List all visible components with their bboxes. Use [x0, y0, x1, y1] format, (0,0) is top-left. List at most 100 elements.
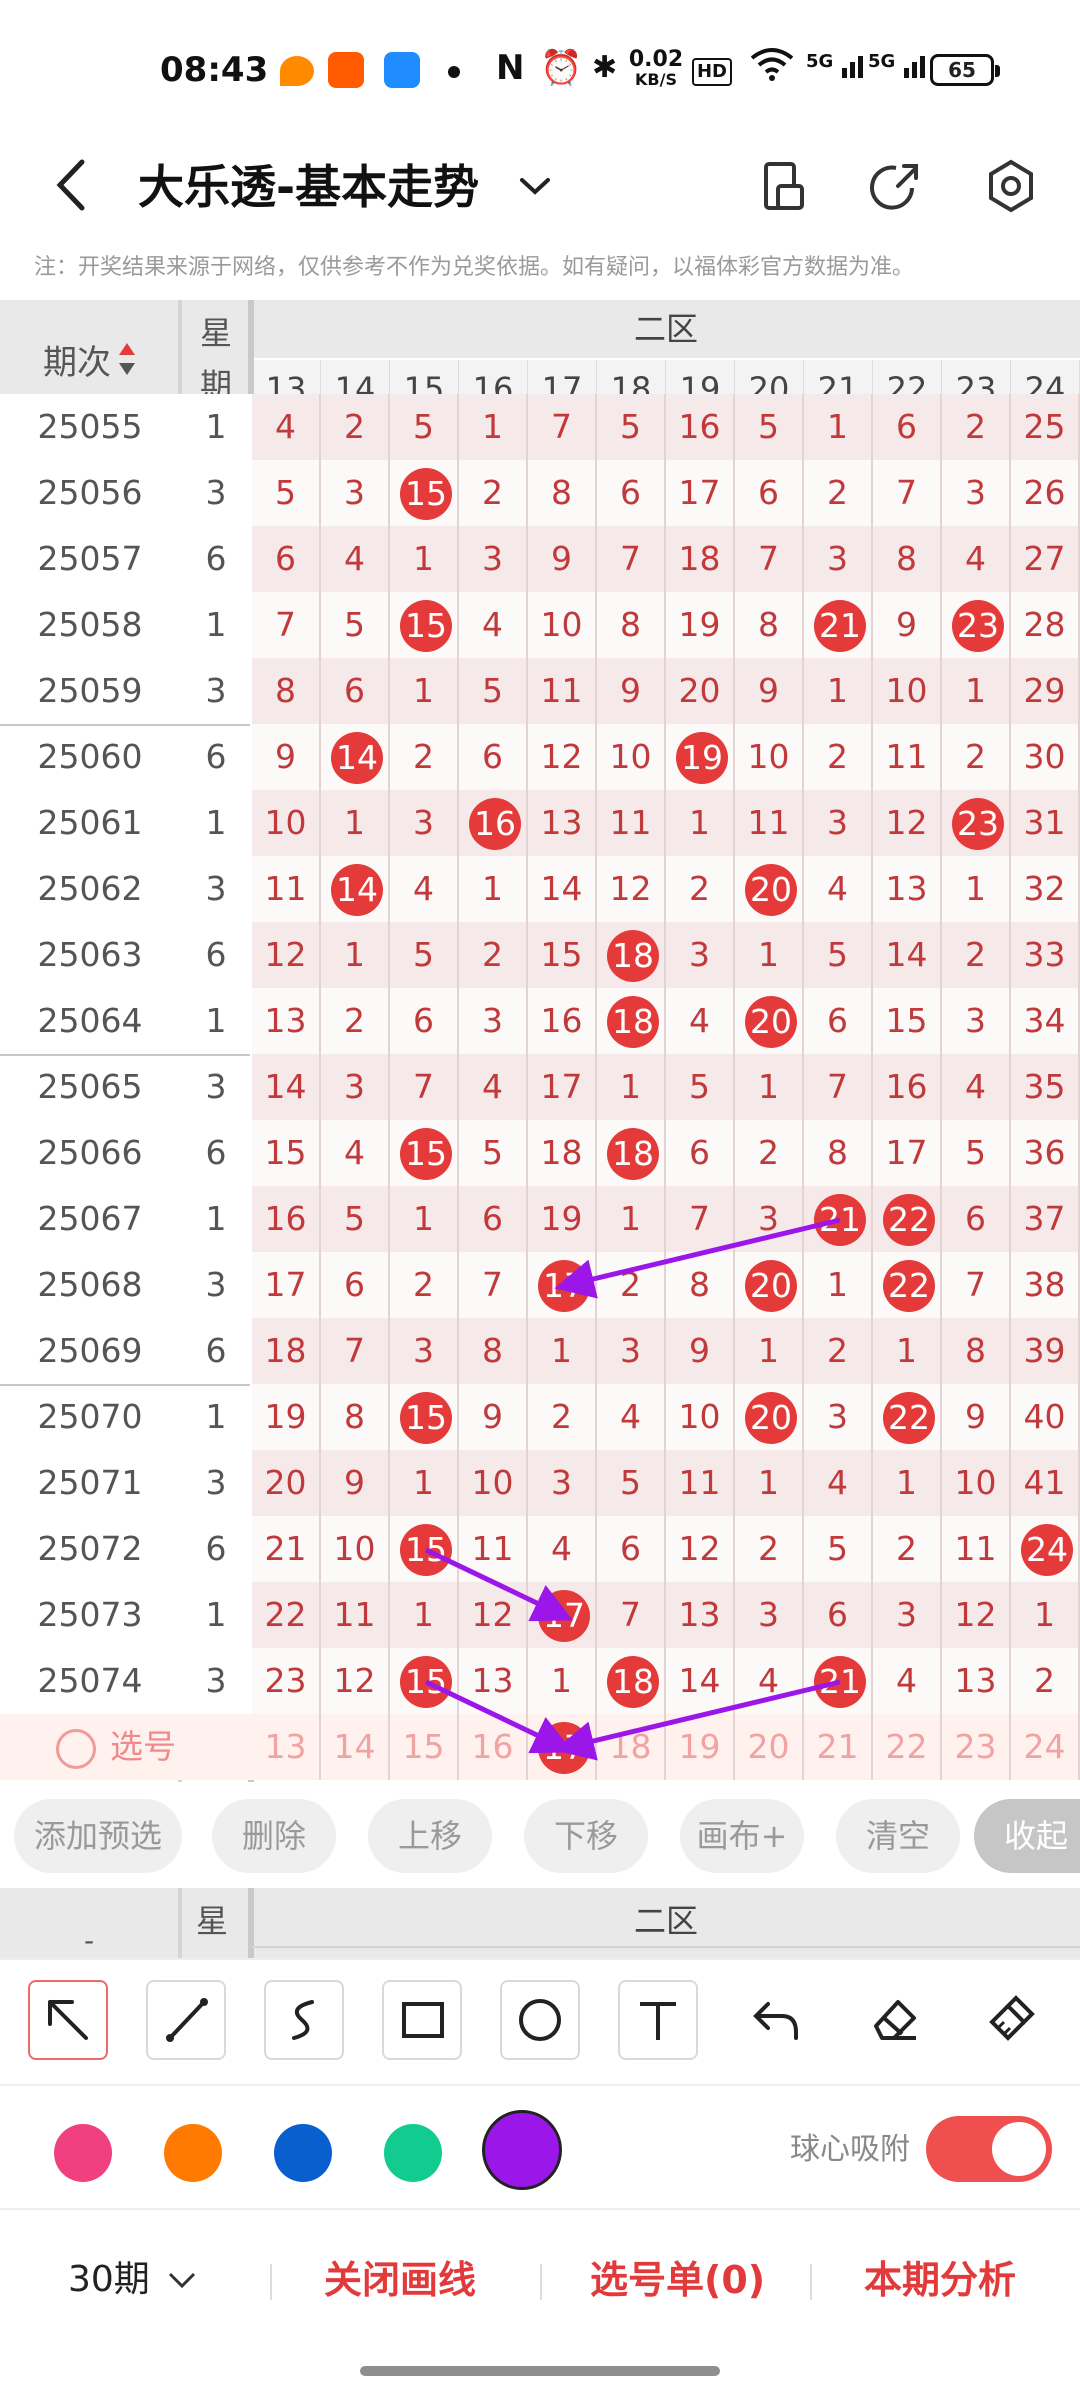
miss-count-cell[interactable]: 11 [735, 790, 804, 856]
miss-count-cell[interactable]: 9 [528, 526, 597, 592]
hit-number-cell[interactable]: 21 [804, 1186, 873, 1252]
miss-count-cell[interactable]: 3 [735, 1186, 804, 1252]
miss-count-cell[interactable]: 8 [459, 1318, 528, 1384]
miss-count-cell[interactable]: 5 [459, 658, 528, 724]
miss-count-cell[interactable]: 18 [252, 1318, 321, 1384]
miss-count-cell[interactable]: 1 [459, 856, 528, 922]
miss-count-cell[interactable]: 12 [528, 724, 597, 790]
miss-count-cell[interactable]: 7 [459, 1252, 528, 1318]
miss-count-cell[interactable]: 13 [528, 790, 597, 856]
miss-count-cell[interactable]: 7 [873, 460, 942, 526]
miss-count-cell[interactable]: 3 [666, 922, 735, 988]
hit-number-cell[interactable]: 22 [873, 1186, 942, 1252]
miss-count-cell[interactable]: 11 [873, 724, 942, 790]
miss-count-cell[interactable]: 2 [321, 988, 390, 1054]
miss-count-cell[interactable]: 21 [252, 1516, 321, 1582]
miss-count-cell[interactable]: 30 [1011, 724, 1080, 790]
miss-count-cell[interactable]: 2 [735, 1516, 804, 1582]
color-orange[interactable] [164, 2124, 222, 2182]
circle-tool[interactable] [500, 1980, 580, 2060]
miss-count-cell[interactable]: 3 [321, 1054, 390, 1120]
miss-count-cell[interactable]: 1 [735, 1318, 804, 1384]
miss-count-cell[interactable]: 2 [666, 856, 735, 922]
miss-count-cell[interactable]: 4 [459, 592, 528, 658]
miss-count-cell[interactable]: 6 [873, 394, 942, 460]
landscape-button[interactable] [748, 148, 818, 224]
eraser-button[interactable] [854, 1980, 934, 2060]
hit-number-cell[interactable]: 24 [1011, 1516, 1080, 1582]
miss-count-cell[interactable]: 2 [804, 460, 873, 526]
hit-number-cell[interactable]: 15 [390, 460, 459, 526]
miss-count-cell[interactable]: 40 [1011, 1384, 1080, 1450]
color-purple-selected[interactable] [482, 2110, 562, 2190]
miss-count-cell[interactable]: 1 [597, 1054, 666, 1120]
selection-list-button[interactable]: 选号单(0) [590, 2250, 765, 2310]
miss-count-cell[interactable]: 17 [528, 1054, 597, 1120]
miss-count-cell[interactable]: 4 [390, 856, 459, 922]
miss-count-cell[interactable]: 1 [942, 658, 1011, 724]
miss-count-cell[interactable]: 3 [390, 1318, 459, 1384]
hit-number-cell[interactable]: 20 [735, 988, 804, 1054]
miss-count-cell[interactable]: 9 [597, 658, 666, 724]
selectable-number-cell[interactable]: 14 [321, 1714, 390, 1780]
add-preselect-button[interactable]: 添加预选 [14, 1799, 182, 1873]
miss-count-cell[interactable]: 15 [528, 922, 597, 988]
hit-number-cell[interactable]: 23 [942, 592, 1011, 658]
miss-count-cell[interactable]: 2 [459, 460, 528, 526]
color-pink[interactable] [54, 2124, 112, 2182]
hit-number-cell[interactable]: 17 [528, 1252, 597, 1318]
miss-count-cell[interactable]: 8 [873, 526, 942, 592]
miss-count-cell[interactable]: 9 [459, 1384, 528, 1450]
settings-button[interactable] [976, 148, 1046, 224]
miss-count-cell[interactable]: 10 [597, 724, 666, 790]
miss-count-cell[interactable]: 10 [321, 1516, 390, 1582]
miss-count-cell[interactable]: 12 [459, 1582, 528, 1648]
miss-count-cell[interactable]: 12 [873, 790, 942, 856]
miss-count-cell[interactable]: 1 [321, 922, 390, 988]
miss-count-cell[interactable]: 6 [252, 526, 321, 592]
miss-count-cell[interactable]: 32 [1011, 856, 1080, 922]
hit-number-cell[interactable]: 14 [321, 856, 390, 922]
miss-count-cell[interactable]: 3 [597, 1318, 666, 1384]
miss-count-cell[interactable]: 1 [390, 1450, 459, 1516]
hit-number-cell[interactable]: 18 [597, 1648, 666, 1714]
hit-number-cell[interactable]: 21 [804, 592, 873, 658]
miss-count-cell[interactable]: 17 [252, 1252, 321, 1318]
miss-count-cell[interactable]: 6 [666, 1120, 735, 1186]
miss-count-cell[interactable]: 26 [1011, 460, 1080, 526]
selectable-number-cell[interactable]: 13 [252, 1714, 321, 1780]
current-analysis-button[interactable]: 本期分析 [864, 2250, 1016, 2310]
miss-count-cell[interactable]: 18 [666, 526, 735, 592]
miss-count-cell[interactable]: 14 [528, 856, 597, 922]
miss-count-cell[interactable]: 9 [321, 1450, 390, 1516]
miss-count-cell[interactable]: 4 [804, 1450, 873, 1516]
move-down-button[interactable]: 下移 [524, 1799, 648, 1873]
miss-count-cell[interactable]: 11 [528, 658, 597, 724]
hit-number-cell[interactable]: 18 [597, 1120, 666, 1186]
miss-count-cell[interactable]: 22 [252, 1582, 321, 1648]
color-blue[interactable] [274, 2124, 332, 2182]
miss-count-cell[interactable]: 4 [873, 1648, 942, 1714]
miss-count-cell[interactable]: 3 [804, 790, 873, 856]
miss-count-cell[interactable]: 2 [390, 724, 459, 790]
miss-count-cell[interactable]: 1 [597, 1186, 666, 1252]
miss-count-cell[interactable]: 2 [321, 394, 390, 460]
miss-count-cell[interactable]: 8 [666, 1252, 735, 1318]
miss-count-cell[interactable]: 1 [390, 658, 459, 724]
selectable-number-cell[interactable]: 24 [1011, 1714, 1080, 1780]
miss-count-cell[interactable]: 10 [942, 1450, 1011, 1516]
miss-count-cell[interactable]: 1 [390, 526, 459, 592]
selectable-number-cell[interactable]: 18 [597, 1714, 666, 1780]
hit-number-cell[interactable]: 23 [942, 790, 1011, 856]
miss-count-cell[interactable]: 6 [321, 1252, 390, 1318]
miss-count-cell[interactable]: 38 [1011, 1252, 1080, 1318]
miss-count-cell[interactable]: 16 [873, 1054, 942, 1120]
miss-count-cell[interactable]: 41 [1011, 1450, 1080, 1516]
miss-count-cell[interactable]: 2 [459, 922, 528, 988]
miss-count-cell[interactable]: 7 [597, 1582, 666, 1648]
miss-count-cell[interactable]: 7 [252, 592, 321, 658]
snap-to-center-toggle[interactable] [926, 2116, 1052, 2182]
miss-count-cell[interactable]: 4 [942, 1054, 1011, 1120]
hit-number-cell[interactable]: 22 [873, 1252, 942, 1318]
select-radio[interactable] [56, 1728, 96, 1769]
